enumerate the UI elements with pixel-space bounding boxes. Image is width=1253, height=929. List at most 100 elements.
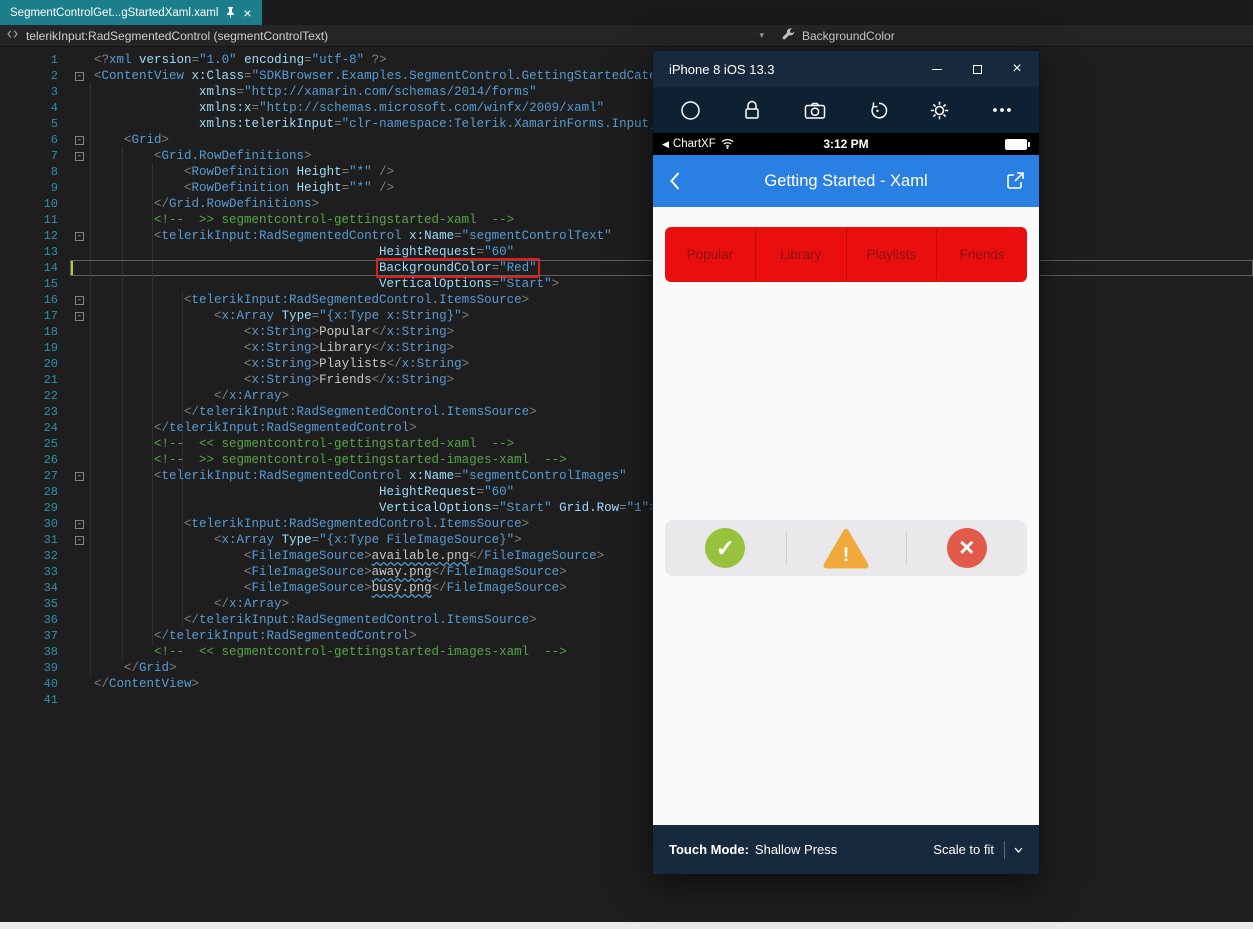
indent-guide [152,164,153,644]
segment-library[interactable]: Library [754,227,846,282]
window-controls: × [917,51,1037,87]
minimize-button[interactable] [917,51,957,87]
change-bar [70,500,73,516]
camera-icon[interactable] [802,97,828,123]
fold-toggle[interactable]: - [75,132,88,148]
fold-toggle [75,436,88,452]
change-bar [70,676,73,692]
member-dropdown-label: BackgroundColor [802,28,895,43]
fold-toggle [75,356,88,372]
code-line: 3 xmlns="http://xamarin.com/schemas/2014… [0,84,1253,100]
code-line: 21 <x:String>Friends</x:String> [0,372,1253,388]
pin-icon[interactable] [226,7,235,18]
line-number: 13 [43,245,58,259]
fold-toggle [75,260,88,276]
more-options-icon[interactable] [989,97,1015,123]
close-icon: × [946,528,987,568]
fold-toggle [75,500,88,516]
line-number: 35 [43,597,58,611]
fold-toggle[interactable]: - [75,532,88,548]
lock-icon[interactable] [739,97,765,123]
change-bar [70,276,73,292]
collapse-icon[interactable]: - [75,535,84,545]
tab-close-icon[interactable]: × [243,6,251,20]
fold-toggle[interactable]: - [75,516,88,532]
segment-popular[interactable]: Popular [665,227,755,282]
rotate-icon[interactable] [864,97,890,123]
line-number: 39 [43,661,58,675]
fold-toggle[interactable]: - [75,468,88,484]
change-bar [70,212,73,228]
back-to-app-indicator[interactable]: ◀ [662,139,669,150]
code-line: 32 <FileImageSource>available.png</FileI… [0,548,1253,564]
change-bar [70,596,73,612]
settings-gear-icon[interactable] [927,97,953,123]
back-button[interactable] [669,171,680,196]
horizontal-scrollbar[interactable] [0,922,1253,929]
fold-toggle [75,452,88,468]
code-line: 4 xmlns:x="http://schemas.microsoft.com/… [0,100,1253,116]
collapse-icon[interactable]: - [75,231,84,241]
code-editor[interactable]: 1 <?xml version="1.0" encoding="utf-8" ?>… [0,47,1253,929]
segment-warning-icon[interactable]: ! [785,520,907,576]
dropdown-chevron-icon[interactable]: ▾ [759,30,772,41]
line-number: 15 [43,277,58,291]
external-link-button[interactable] [1006,171,1025,195]
collapse-icon[interactable]: - [75,151,84,161]
fold-toggle [75,372,88,388]
collapse-icon[interactable]: - [75,71,84,81]
line-number: 10 [43,197,58,211]
maximize-button[interactable] [957,51,997,87]
line-number: 40 [43,677,58,691]
segment-playlists[interactable]: Playlists [845,227,937,282]
code-line: 27- <telerikInput:RadSegmentedControl x:… [0,468,1253,484]
fold-toggle [75,612,88,628]
change-bar [70,196,73,212]
home-circle-icon[interactable] [677,97,703,123]
code-line: 14 BackgroundColor="Red" [0,258,1253,278]
collapse-icon[interactable]: - [75,471,84,481]
segment-close-icon[interactable]: × [906,520,1027,576]
change-bar [70,148,73,164]
fold-toggle [75,276,88,292]
collapse-icon[interactable]: - [75,519,84,529]
scale-dropdown[interactable]: Scale to fit [933,840,1023,859]
fold-toggle[interactable]: - [75,148,88,164]
fold-toggle[interactable]: - [75,68,88,84]
code-lines: 1 <?xml version="1.0" encoding="utf-8" ?>… [0,52,1253,708]
simulator-toolbar [653,87,1039,133]
code-line: 29 VerticalOptions="Start" Grid.Row="1"> [0,500,1253,516]
fold-toggle[interactable]: - [75,308,88,324]
line-number: 12 [43,229,58,243]
code-line: 19 <x:String>Library</x:String> [0,340,1253,356]
check-icon: ✓ [705,528,746,568]
tab-active[interactable]: SegmentControlGet...gStartedXaml.xaml × [0,0,262,25]
line-number: 36 [43,613,58,627]
carrier-label: ChartXF [672,138,716,150]
segment-check-icon[interactable]: ✓ [665,520,786,576]
indent-guide [182,292,183,628]
fold-toggle [75,324,88,340]
change-bar [70,52,73,68]
fold-toggle [75,116,88,132]
fold-toggle [75,564,88,580]
line-number: 31 [43,533,58,547]
code-line: 33 <FileImageSource>away.png</FileImageS… [0,564,1253,580]
line-number: 16 [43,293,58,307]
member-dropdown[interactable]: BackgroundColor [772,27,895,44]
close-button[interactable]: × [997,51,1037,87]
fold-toggle[interactable]: - [75,228,88,244]
warning-icon: ! [823,528,869,569]
object-dropdown[interactable]: telerikInput:RadSegmentedControl (segmen… [0,28,772,43]
change-bar [70,436,73,452]
simulator-titlebar[interactable]: iPhone 8 iOS 13.3 × [653,51,1039,87]
simulator-title: iPhone 8 iOS 13.3 [669,61,775,77]
collapse-icon[interactable]: - [75,295,84,305]
collapse-icon[interactable]: - [75,311,84,321]
segment-friends[interactable]: Friends [936,227,1027,282]
line-number: 1 [50,53,58,67]
fold-toggle[interactable]: - [75,292,88,308]
collapse-icon[interactable]: - [75,135,84,145]
line-number: 21 [43,373,58,387]
segmented-control-images: ✓! × [665,520,1027,576]
